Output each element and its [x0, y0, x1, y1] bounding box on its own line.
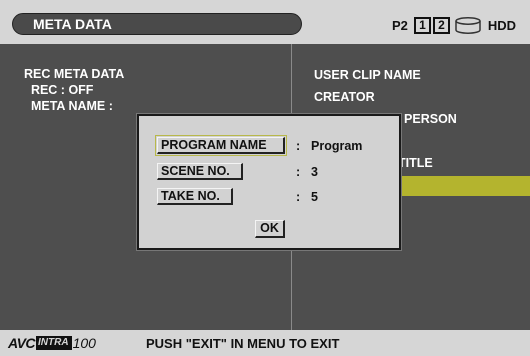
hdd-label: HDD	[487, 17, 517, 33]
hdd-drum-icon	[454, 16, 482, 34]
rec-status: REC : OFF	[24, 83, 94, 97]
program-name-button[interactable]: PROGRAM NAME	[155, 135, 287, 156]
exit-instruction: PUSH "EXIT" IN MENU TO EXIT	[146, 336, 340, 351]
rec-meta-data-heading: REC META DATA	[24, 67, 125, 81]
scene-no-button[interactable]: SCENE NO.	[157, 163, 243, 180]
menu-item-creator[interactable]: CREATOR	[314, 89, 457, 111]
menu-item-user-clip-name[interactable]: USER CLIP NAME	[314, 67, 457, 89]
avc-intra-100-logo: AVC INTRA 100	[8, 335, 96, 351]
meta-name-label: META NAME :	[24, 99, 113, 113]
ok-button[interactable]: OK	[255, 220, 285, 238]
selected-menu-highlight	[398, 176, 530, 196]
page-title: META DATA	[12, 13, 302, 35]
top-status-bar: META DATA P2 1 2 HDD	[0, 0, 530, 44]
logo-100-text: 100	[72, 335, 96, 351]
colon-separator: :	[296, 190, 301, 204]
program-name-value: Program	[311, 139, 363, 153]
meta-data-dialog: PROGRAM NAME : Program SCENE NO. : 3 TAK…	[137, 114, 401, 250]
colon-separator: :	[296, 165, 301, 179]
p2-label: P2	[392, 17, 408, 33]
slot-2-indicator: 2	[432, 16, 450, 34]
colon-separator: :	[296, 139, 301, 153]
media-status: P2 1 2 HDD	[392, 15, 516, 35]
slot-1-indicator: 1	[413, 16, 431, 34]
bottom-status-bar: AVC INTRA 100 PUSH "EXIT" IN MENU TO EXI…	[0, 330, 530, 356]
logo-avc-text: AVC	[8, 335, 36, 351]
rec-meta-info: REC META DATA REC : OFF META NAME :	[24, 66, 124, 114]
take-no-button[interactable]: TAKE NO.	[157, 188, 233, 205]
scene-no-value: 3	[311, 165, 318, 179]
take-no-value: 5	[311, 190, 318, 204]
logo-intra-text: INTRA	[36, 336, 72, 350]
